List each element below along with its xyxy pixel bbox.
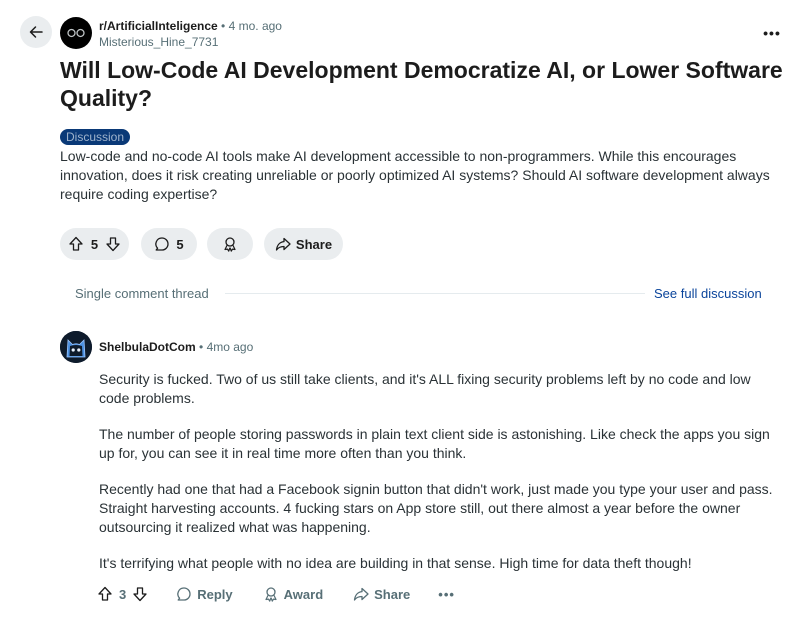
arrow-left-icon <box>29 26 43 38</box>
comment-paragraph: It's terrifying what people with no idea… <box>99 555 692 571</box>
comment-award-button[interactable]: Award <box>263 586 324 602</box>
post-author[interactable]: Misterious_Hine_7731 <box>99 35 218 50</box>
downvote-arrow-icon <box>106 237 120 252</box>
comment-actions: 3 Reply Award Share ••• <box>97 582 455 606</box>
comments-count: 5 <box>176 236 184 252</box>
share-arrow-icon <box>353 587 369 601</box>
comment-upvote-button[interactable] <box>97 586 113 602</box>
award-label: Award <box>283 586 324 602</box>
subreddit-name[interactable]: r/ArtificialInteligence <box>99 19 218 33</box>
comment-paragraph: Security is fucked. Two of us still take… <box>99 371 751 406</box>
meta-separator: • <box>221 19 226 33</box>
award-ribbon-icon <box>224 237 236 252</box>
subreddit-line: r/ArtificialInteligence • 4 mo. ago <box>99 19 282 34</box>
see-full-discussion-link[interactable]: See full discussion <box>654 286 762 301</box>
more-options-label: ••• <box>763 25 781 41</box>
speech-bubble-icon <box>155 237 170 251</box>
comment-more-button[interactable]: ••• <box>438 587 455 602</box>
downvote-button[interactable] <box>105 236 121 252</box>
reply-button[interactable]: Reply <box>176 586 233 602</box>
comments-button[interactable]: 5 <box>141 228 197 260</box>
share-arrow-icon <box>275 237 291 251</box>
award-button[interactable] <box>207 228 253 260</box>
upvote-button[interactable] <box>68 236 84 252</box>
comment-paragraph: The number of people storing passwords i… <box>99 426 770 461</box>
back-button[interactable] <box>20 16 52 48</box>
comment-downvote-button[interactable] <box>132 586 148 602</box>
post-flair[interactable]: Discussion <box>60 129 131 145</box>
comment-share-label: Share <box>374 586 411 602</box>
thread-label: Single comment thread <box>75 286 209 301</box>
thread-divider <box>225 293 645 294</box>
share-label: Share <box>295 236 333 252</box>
cat-avatar-icon <box>60 331 92 363</box>
comment-share-button[interactable]: Share <box>353 586 410 602</box>
subreddit-avatar[interactable] <box>60 17 92 49</box>
comment-vote-group: 3 <box>97 586 148 602</box>
speech-bubble-icon <box>177 587 191 601</box>
upvote-arrow-icon <box>98 586 112 601</box>
more-options-button[interactable]: ••• <box>758 24 786 42</box>
downvote-arrow-icon <box>133 587 147 602</box>
comment-age: 4mo ago <box>206 340 254 354</box>
comment-vote-count: 3 <box>119 586 127 602</box>
upvote-arrow-icon <box>69 236 83 251</box>
subreddit-avatar-icon <box>67 28 85 38</box>
comment-header: ShelbulaDotCom • 4mo ago <box>99 340 253 355</box>
post-vote-count: 5 <box>90 236 99 252</box>
award-ribbon-icon <box>265 587 277 602</box>
post-title: Will Low-Code AI Development Democratize… <box>60 57 783 111</box>
reply-label: Reply <box>197 586 233 602</box>
commenter-avatar[interactable] <box>60 331 92 363</box>
share-button[interactable]: Share <box>264 228 343 260</box>
comment-author[interactable]: ShelbulaDotCom <box>99 340 196 354</box>
post-age: 4 mo. ago <box>228 19 282 33</box>
post-body: Low-code and no-code AI tools make AI de… <box>60 148 770 202</box>
comment-paragraph: Recently had one that had a Facebook sig… <box>99 481 773 535</box>
comment-separator: • <box>199 340 204 354</box>
comment-more-label: ••• <box>438 586 455 602</box>
post-vote-pill: 5 <box>60 228 129 260</box>
